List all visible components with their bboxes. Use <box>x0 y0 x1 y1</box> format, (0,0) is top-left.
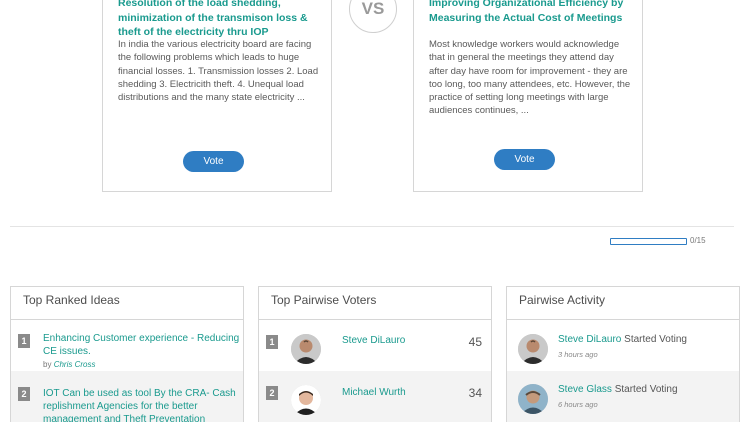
rank-badge: 2 <box>18 387 30 401</box>
list-item: Steve DiLauro Started Voting 3 hours ago <box>507 321 739 371</box>
panel-title: Pairwise Activity <box>507 287 739 320</box>
rank-badge: 2 <box>266 386 278 400</box>
vote-count: 45 <box>468 335 482 349</box>
panel-title: Top Ranked Ideas <box>11 287 243 320</box>
section-divider <box>10 226 734 227</box>
author-link[interactable]: Chris Cross <box>54 360 96 369</box>
vote-button-right[interactable]: Vote <box>494 149 555 170</box>
top-pairwise-voters-panel: Top Pairwise Voters 1 Steve DiLauro 45 2… <box>258 286 492 422</box>
pairwise-activity-panel: Pairwise Activity Steve DiLauro Started … <box>506 286 740 422</box>
idea-title-left[interactable]: Resolution of the load shedding, minimiz… <box>118 0 323 40</box>
list-item: 1 Steve DiLauro 45 <box>259 321 491 371</box>
list-item: 1 Enhancing Customer experience - Reduci… <box>11 321 243 371</box>
avatar[interactable] <box>518 384 548 414</box>
idea-author: by Chris Cross <box>43 360 95 369</box>
top-ranked-ideas-panel: Top Ranked Ideas 1 Enhancing Customer ex… <box>10 286 244 422</box>
avatar[interactable] <box>291 334 321 364</box>
activity-timestamp: 6 hours ago <box>558 400 598 409</box>
voter-name[interactable]: Michael Wurth <box>342 387 406 398</box>
rank-badge: 1 <box>18 334 30 348</box>
vote-count: 34 <box>468 386 482 400</box>
list-item: Steve Glass Started Voting 6 hours ago <box>507 371 739 422</box>
list-item: 2 Michael Wurth 34 <box>259 371 491 422</box>
idea-card-right: Improving Organizational Efficiency by M… <box>413 0 643 192</box>
person-icon <box>291 385 321 415</box>
idea-description-right: Most knowledge workers would acknowledge… <box>429 39 631 117</box>
person-icon <box>518 384 548 414</box>
idea-title-right[interactable]: Improving Organizational Efficiency by M… <box>429 0 634 25</box>
activity-user-link[interactable]: Steve DiLauro <box>558 334 621 345</box>
vote-progress-label: 0/15 <box>690 236 706 245</box>
activity-text: Steve DiLauro Started Voting <box>558 334 687 345</box>
author-prefix: by <box>43 360 52 369</box>
idea-description-left: In india the various electricity board a… <box>118 39 319 104</box>
vs-badge: VS <box>349 0 397 33</box>
rank-badge: 1 <box>266 335 278 349</box>
avatar[interactable] <box>291 385 321 415</box>
voter-name[interactable]: Steve DiLauro <box>342 335 405 346</box>
avatar[interactable] <box>518 334 548 364</box>
idea-card-left: Resolution of the load shedding, minimiz… <box>102 0 332 192</box>
panel-title: Top Pairwise Voters <box>259 287 491 320</box>
person-icon <box>518 334 548 364</box>
activity-text: Steve Glass Started Voting <box>558 384 678 395</box>
activity-action: Started Voting <box>614 384 678 395</box>
activity-action: Started Voting <box>624 334 687 345</box>
person-icon <box>291 334 321 364</box>
idea-link[interactable]: Enhancing Customer experience - Reducing… <box>43 333 241 359</box>
vote-progress-bar <box>610 238 687 245</box>
vote-button-left[interactable]: Vote <box>183 151 244 172</box>
idea-link[interactable]: IOT Can be used as tool By the CRA- Cash… <box>43 388 241 422</box>
list-item: 2 IOT Can be used as tool By the CRA- Ca… <box>11 371 243 422</box>
activity-timestamp: 3 hours ago <box>558 350 598 359</box>
activity-user-link[interactable]: Steve Glass <box>558 384 612 395</box>
